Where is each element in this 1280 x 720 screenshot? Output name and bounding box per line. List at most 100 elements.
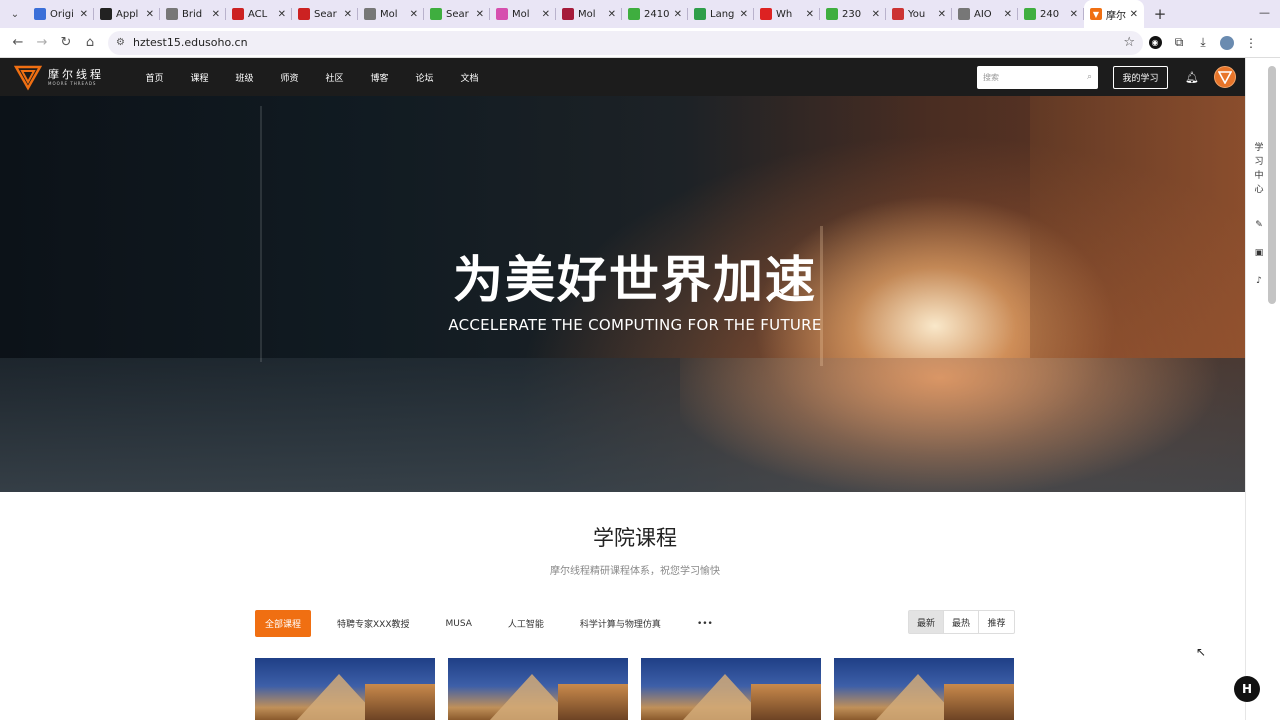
u-icon — [892, 8, 904, 20]
url-text[interactable]: hztest15.edusoho.cn — [133, 36, 1115, 49]
close-tab-icon[interactable]: ✕ — [1130, 9, 1138, 20]
edit-pencil-icon[interactable]: ✎ — [1253, 220, 1265, 230]
nav-menu-item[interactable]: 论坛 — [402, 71, 447, 84]
back-arrow-icon[interactable]: ← — [6, 31, 30, 55]
sort-button[interactable]: 最热 — [944, 611, 979, 633]
close-tab-icon[interactable]: ✕ — [806, 9, 814, 20]
close-tab-icon[interactable]: ✕ — [1004, 9, 1012, 20]
course-card[interactable] — [641, 658, 821, 720]
nav-menu-item[interactable]: 课程 — [177, 71, 222, 84]
category-tab[interactable]: 科学计算与物理仿真 — [570, 610, 671, 637]
browser-tab[interactable]: Mol ✕ — [358, 0, 424, 28]
extension-icon[interactable]: ◉ — [1143, 31, 1167, 55]
course-card[interactable] — [448, 658, 628, 720]
hero-banner: 为美好世界加速 ACCELERATE THE COMPUTING FOR THE… — [0, 96, 1245, 492]
search-icon[interactable]: ⌕ — [1087, 72, 1092, 82]
close-tab-icon[interactable]: ✕ — [344, 9, 352, 20]
logo-chinese-text: 摩尔线程 — [48, 67, 104, 81]
avatar-logo-icon — [1218, 71, 1232, 84]
tab-title: Mol — [578, 8, 596, 20]
hero-title: 为美好世界加速 — [453, 251, 817, 309]
close-tab-icon[interactable]: ✕ — [1070, 9, 1078, 20]
sort-button[interactable]: 最新 — [909, 611, 944, 633]
forward-arrow-icon[interactable]: → — [30, 31, 54, 55]
category-tab[interactable]: MUSA — [436, 610, 482, 637]
nav-menu-item[interactable]: 班级 — [222, 71, 267, 84]
close-tab-icon[interactable]: ✕ — [542, 9, 550, 20]
close-tab-icon[interactable]: ✕ — [278, 9, 286, 20]
site-info-icon[interactable]: ⚙ — [116, 37, 125, 48]
sort-button[interactable]: 推荐 — [979, 611, 1014, 633]
alert-bell-icon[interactable]: ♪ — [1253, 276, 1265, 286]
save-icon[interactable]: ▣ — [1253, 248, 1265, 258]
browser-menu-icon[interactable]: ⋮ — [1239, 31, 1263, 55]
youtube-icon — [760, 8, 772, 20]
tab-search-chevron-icon[interactable]: ⌄ — [6, 5, 24, 23]
nav-menu-item[interactable]: 首页 — [132, 71, 177, 84]
close-tab-icon[interactable]: ✕ — [410, 9, 418, 20]
browser-tab[interactable]: 240 ✕ — [1018, 0, 1084, 28]
browser-tab[interactable]: Appl ✕ — [94, 0, 160, 28]
nav-menu-item[interactable]: 师资 — [267, 71, 312, 84]
close-tab-icon[interactable]: ✕ — [80, 9, 88, 20]
nav-menu-item[interactable]: 文档 — [447, 71, 492, 84]
category-tab[interactable]: 特聘专家XXX教授 — [327, 610, 420, 637]
close-tab-icon[interactable]: ✕ — [146, 9, 154, 20]
browser-tab[interactable]: Wh ✕ — [754, 0, 820, 28]
extensions-puzzle-icon[interactable]: ⧉ — [1167, 31, 1191, 55]
close-tab-icon[interactable]: ✕ — [872, 9, 880, 20]
browser-tab[interactable]: Mol ✕ — [490, 0, 556, 28]
bookmark-star-icon[interactable]: ☆ — [1123, 35, 1135, 50]
profile-avatar-icon[interactable] — [1215, 31, 1239, 55]
browser-tab[interactable]: Lang ✕ — [688, 0, 754, 28]
window-minimize-icon[interactable]: — — [1259, 6, 1270, 19]
browser-tab[interactable]: 2410 ✕ — [622, 0, 688, 28]
category-tab[interactable]: 全部课程 — [255, 610, 312, 637]
site-logo[interactable]: 摩尔线程 MOORE THREADS — [14, 63, 118, 91]
course-card[interactable] — [255, 658, 435, 720]
browser-tab[interactable]: Brid ✕ — [160, 0, 226, 28]
m-icon — [562, 8, 574, 20]
close-tab-icon[interactable]: ✕ — [740, 9, 748, 20]
floating-help-button[interactable]: H — [1234, 676, 1260, 702]
g-icon — [166, 8, 178, 20]
my-learning-button[interactable]: 我的学习 — [1113, 65, 1169, 89]
course-card[interactable] — [834, 658, 1014, 720]
browser-tab[interactable]: Sear ✕ — [424, 0, 490, 28]
course-thumbnail-building — [365, 684, 435, 720]
close-tab-icon[interactable]: ✕ — [476, 9, 484, 20]
category-tab[interactable]: 人工智能 — [498, 610, 554, 637]
download-icon[interactable]: ⤓ — [1191, 31, 1215, 55]
side-label-char[interactable]: 心 — [1253, 182, 1265, 195]
browser-tab[interactable]: Origi ✕ — [28, 0, 94, 28]
tab-title: Lang — [710, 8, 735, 20]
search-input[interactable] — [983, 72, 1087, 82]
url-field[interactable]: ⚙ hztest15.edusoho.cn ☆ — [108, 30, 1143, 55]
tab-title: Sear — [446, 8, 469, 20]
close-tab-icon[interactable]: ✕ — [674, 9, 682, 20]
home-icon[interactable]: ⌂ — [78, 31, 102, 55]
side-label-char[interactable]: 习 — [1253, 154, 1265, 167]
notification-bell-icon[interactable]: 🔔︎ — [1185, 71, 1199, 84]
browser-tab[interactable]: Sear ✕ — [292, 0, 358, 28]
scrollbar-thumb[interactable] — [1268, 66, 1276, 304]
close-tab-icon[interactable]: ✕ — [212, 9, 220, 20]
tab-list: Origi ✕ Appl ✕ Brid ✕ ACL ✕ Sear ✕ Mol ✕ Sear ✕ Mol ✕ Mo… — [28, 0, 1084, 28]
nav-menu-item[interactable]: 博客 — [357, 71, 402, 84]
browser-tab[interactable]: You ✕ — [886, 0, 952, 28]
side-label-char[interactable]: 学 — [1253, 140, 1265, 153]
more-categories-button[interactable]: ••• — [687, 610, 723, 637]
browser-tab[interactable]: AIO ✕ — [952, 0, 1018, 28]
new-tab-plus-icon[interactable]: + — [1148, 2, 1172, 26]
browser-tab[interactable]: ACL ✕ — [226, 0, 292, 28]
side-label-char[interactable]: 中 — [1253, 168, 1265, 181]
close-tab-icon[interactable]: ✕ — [938, 9, 946, 20]
user-avatar[interactable] — [1214, 66, 1236, 88]
scrollbar[interactable] — [1268, 58, 1276, 720]
reload-icon[interactable]: ↻ — [54, 31, 78, 55]
nav-menu-item[interactable]: 社区 — [312, 71, 357, 84]
tab-active[interactable]: ▼ 摩尔 ✕ — [1084, 0, 1144, 28]
browser-tab[interactable]: 230 ✕ — [820, 0, 886, 28]
browser-tab[interactable]: Mol ✕ — [556, 0, 622, 28]
close-tab-icon[interactable]: ✕ — [608, 9, 616, 20]
